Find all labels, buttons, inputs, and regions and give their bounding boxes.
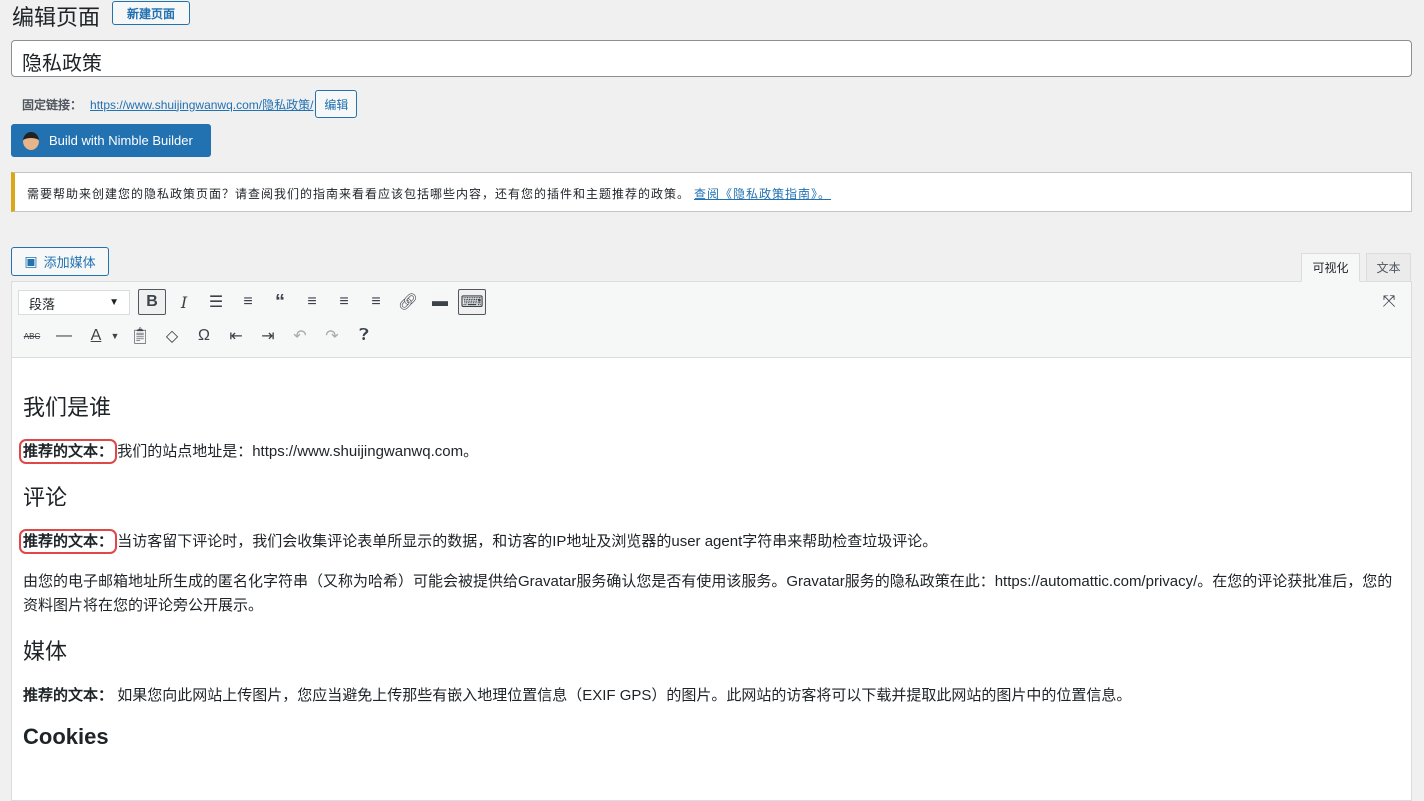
- heading-comments: 评论: [23, 486, 68, 511]
- paragraph-media: 推荐的文本： 如果您向此网站上传图片，您应当避免上传那些有嵌入地理位置信息（EX…: [23, 684, 1400, 708]
- chevron-down-icon: ▼: [109, 296, 119, 308]
- nimble-avatar-icon: [23, 131, 39, 150]
- align-left-icon[interactable]: ≡: [298, 289, 326, 315]
- align-center-icon[interactable]: ≡: [330, 289, 358, 315]
- strikethrough-icon[interactable]: ABC: [18, 323, 46, 349]
- heading-who: 我们是谁: [23, 396, 112, 421]
- permalink: 固定链接： https://www.shuijingwanwq.com/隐私政策…: [22, 90, 358, 118]
- toolbar-toggle-icon[interactable]: ⌨: [458, 289, 486, 315]
- permalink-label: 固定链接：: [22, 97, 83, 112]
- fullscreen-icon[interactable]: ⤧: [1375, 289, 1403, 315]
- notice-text: 需要帮助来创建您的隐私政策页面？请查阅我们的指南来看看应该包括哪些内容，还有您的…: [27, 187, 691, 201]
- tab-visual[interactable]: 可视化: [1301, 253, 1360, 282]
- heading-media: 媒体: [23, 640, 68, 665]
- special-char-icon[interactable]: Ω: [190, 323, 218, 349]
- media-text: 如果您向此网站上传图片，您应当避免上传那些有嵌入地理位置信息（EXIF GPS）…: [117, 687, 1132, 704]
- add-media-label: 添加媒体: [43, 255, 96, 270]
- numbered-list-icon[interactable]: ≡: [234, 289, 262, 315]
- align-right-icon[interactable]: ≡: [362, 289, 390, 315]
- editor-toolbar: 段落 ▼ B I ☰ ≡ “ ≡ ≡ ≡ 🔗︎ ▬ ⌨ ⤧ ABC — A ▼ 📋…: [12, 282, 1411, 358]
- privacy-notice: 需要帮助来创建您的隐私政策页面？请查阅我们的指南来看看应该包括哪些内容，还有您的…: [11, 172, 1412, 212]
- nimble-builder-button[interactable]: Build with Nimble Builder: [11, 124, 211, 157]
- undo-icon[interactable]: ↶: [286, 323, 314, 349]
- permalink-edit-button[interactable]: 编辑: [315, 90, 358, 118]
- paragraph-who: 推荐的文本： 我们的站点地址是：https://www.shuijingwanw…: [18, 439, 1400, 464]
- format-select[interactable]: 段落 ▼: [18, 289, 130, 315]
- add-media-button[interactable]: ▣ 添加媒体: [11, 247, 109, 276]
- horizontal-line-icon[interactable]: —: [50, 323, 78, 349]
- paste-text-icon[interactable]: 📋︎: [126, 323, 154, 349]
- paragraph-comments: 推荐的文本： 当访客留下评论时，我们会收集评论表单所显示的数据，和访客的IP地址…: [18, 529, 1400, 554]
- heading-cookies: Cookies: [23, 724, 109, 749]
- recommended-text-label: 推荐的文本：: [23, 687, 114, 704]
- who-text: 我们的站点地址是：https://www.shuijingwanwq.com。: [117, 443, 479, 460]
- redo-icon[interactable]: ↷: [318, 323, 346, 349]
- nimble-label: Build with Nimble Builder: [49, 133, 193, 148]
- page-title: 编辑页面: [12, 6, 101, 31]
- format-value: 段落: [29, 296, 56, 312]
- text-color-icon[interactable]: A: [82, 323, 110, 349]
- indent-icon[interactable]: ⇥: [254, 323, 282, 349]
- italic-icon[interactable]: I: [170, 289, 198, 315]
- bullet-list-icon[interactable]: ☰: [202, 289, 230, 315]
- new-page-button[interactable]: 新建页面: [112, 1, 190, 25]
- tab-text[interactable]: 文本: [1366, 253, 1411, 282]
- recommended-text-label: 推荐的文本：: [18, 529, 118, 554]
- permalink-url[interactable]: https://www.shuijingwanwq.com/隐私政策/: [90, 96, 313, 113]
- paragraph-gravatar: 由您的电子邮箱地址所生成的匿名化字符串（又称为哈希）可能会被提供给Gravata…: [23, 573, 1393, 614]
- read-more-icon[interactable]: ▬: [426, 289, 454, 315]
- link-icon[interactable]: 🔗︎: [394, 289, 422, 315]
- media-icon: ▣: [24, 253, 38, 269]
- help-icon[interactable]: ❓︎: [350, 323, 378, 349]
- comments-text: 当访客留下评论时，我们会收集评论表单所显示的数据，和访客的IP地址及浏览器的us…: [117, 533, 938, 550]
- recommended-text-label: 推荐的文本：: [18, 439, 118, 464]
- editor-content[interactable]: 我们是谁 推荐的文本： 我们的站点地址是：https://www.shuijin…: [12, 358, 1411, 788]
- bold-icon[interactable]: B: [138, 289, 166, 315]
- blockquote-icon[interactable]: “: [266, 289, 294, 315]
- outdent-icon[interactable]: ⇤: [222, 323, 250, 349]
- text-color-dropdown-icon[interactable]: ▼: [108, 323, 122, 349]
- editor: 段落 ▼ B I ☰ ≡ “ ≡ ≡ ≡ 🔗︎ ▬ ⌨ ⤧ ABC — A ▼ 📋…: [11, 281, 1412, 801]
- post-title-input[interactable]: 隐私政策: [11, 40, 1412, 77]
- clear-format-icon[interactable]: ◇: [158, 323, 186, 349]
- privacy-guide-link[interactable]: 查阅《隐私政策指南》。: [694, 187, 831, 201]
